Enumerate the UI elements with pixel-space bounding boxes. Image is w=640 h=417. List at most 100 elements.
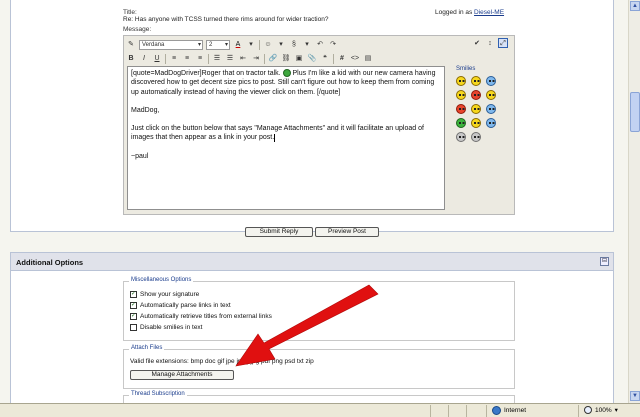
parse-links-option[interactable]: ✓ Automatically parse links in text [130,302,231,309]
editor-toolbar-row-2: B I U ≡ ≡ ≡ ☰ ☰ ⇤ ⇥ 🔗 ⛓ ▣ 📎 ❝ # <> ▤ [126,52,373,65]
green-smiley-icon [282,69,291,78]
toolbar-separator [259,39,260,50]
reply-panel: Title: Re: Has anyone with TCSS turned t… [10,0,614,237]
toolbar-separator [208,53,209,64]
cool-icon[interactable] [486,76,496,86]
wink-icon[interactable] [471,76,481,86]
toolbar-separator [264,53,265,64]
retrieve-titles-label: Automatically retrieve titles from exter… [140,313,272,320]
retrieve-titles-checkbox[interactable]: ✓ [130,313,137,320]
italic-button[interactable]: I [139,54,149,64]
indent-icon[interactable]: ⇥ [251,54,261,64]
show-signature-checkbox[interactable]: ✓ [130,291,137,298]
undo-icon[interactable]: ↶ [315,40,325,50]
zoom-magnifier-icon [584,406,592,414]
quote-icon[interactable]: ❝ [320,54,330,64]
text-color-icon[interactable]: A [233,40,243,50]
eek-icon[interactable] [486,104,496,114]
php-code-icon[interactable]: ▤ [363,54,373,64]
editor-toolbar-row-1: ✎ Verdana 2 A ▾ ☺ ▾ § ▾ ↶ ↷ [126,38,338,51]
outdent-icon[interactable]: ⇤ [238,54,248,64]
ordered-list-icon[interactable]: ☰ [212,54,222,64]
scrollbar-thumb[interactable] [630,92,640,132]
html-code-icon[interactable]: <> [350,54,360,64]
sleepy-icon[interactable] [486,118,496,128]
status-divider [448,405,449,417]
resize-icon[interactable]: ↕ [485,38,495,48]
disable-smilies-option[interactable]: Disable smilies in text [130,324,203,331]
rolleyes-icon[interactable] [471,118,481,128]
remove-link-icon[interactable]: ⛓ [281,54,291,64]
frown-icon[interactable] [456,90,466,100]
collapse-icon[interactable]: ⊟ [600,257,609,266]
valid-extensions-text: Valid file extensions: bmp doc gif jpe j… [130,358,314,365]
zoom-dropdown-icon[interactable]: ▾ [615,406,618,414]
internet-globe-icon [492,406,501,415]
retrieve-titles-option[interactable]: ✓ Automatically retrieve titles from ext… [130,313,272,320]
code-hash-icon[interactable]: # [337,54,347,64]
spellcheck-icon[interactable]: ✔ [472,38,482,48]
quote-text-start: [quote=MadDogDriver]Roger that on tracto… [131,70,281,77]
redface-icon[interactable] [456,104,466,114]
status-divider [486,405,487,417]
disable-smilies-checkbox[interactable] [130,324,137,331]
smilies-title: Smilies [456,66,476,72]
title-label: Title: [123,9,137,16]
attach-files-legend: Attach Files [129,345,165,351]
scroll-down-icon[interactable]: ▼ [630,391,640,401]
submit-reply-button[interactable]: Submit Reply [245,227,313,237]
align-center-icon[interactable]: ≡ [182,54,192,64]
status-divider [430,405,431,417]
username-link[interactable]: Diesel-ME [474,9,504,16]
smiley-menu-icon[interactable]: ☺ [263,40,273,50]
status-divider [578,405,579,417]
tongue-icon[interactable] [471,104,481,114]
scroll-up-icon[interactable]: ▲ [630,1,640,11]
attach-files-fieldset: Attach Files Valid file extensions: bmp … [123,345,515,389]
additional-options-panel: Additional Options ⊟ Miscellaneous Optio… [10,252,614,403]
insert-dropdown-icon[interactable]: ▾ [302,40,312,50]
redo-icon[interactable]: ↷ [328,40,338,50]
show-signature-option[interactable]: ✓ Show your signature [130,291,199,298]
manage-attachments-button[interactable]: Manage Attachments [130,370,234,380]
zoom-level: 100% [595,406,612,414]
mad-icon[interactable] [471,90,481,100]
font-size-select[interactable]: 2 [206,39,230,50]
misc-options-legend: Miscellaneous Options [129,277,194,283]
zoom-control[interactable]: 100% ▾ [584,406,618,414]
browser-status-bar: Internet 100% ▾ [0,403,640,417]
parse-links-label: Automatically parse links in text [140,302,231,309]
switch-mode-icon[interactable]: ⤢ [498,38,508,48]
insert-link-icon[interactable]: 🔗 [268,54,278,64]
unordered-list-icon[interactable]: ☰ [225,54,235,64]
message-textarea[interactable]: [quote=MadDogDriver]Roger that on tracto… [127,66,445,210]
additional-options-title: Additional Options [16,258,84,267]
align-left-icon[interactable]: ≡ [169,54,179,64]
thread-subscription-fieldset: Thread Subscription [123,391,515,403]
insert-menu-icon[interactable]: § [289,40,299,50]
attach-icon[interactable]: 📎 [307,54,317,64]
font-name-select[interactable]: Verdana [139,39,203,50]
preview-post-button[interactable]: Preview Post [315,227,379,237]
sunglasses-icon[interactable] [456,132,466,142]
bold-button[interactable]: B [126,54,136,64]
parse-links-checkbox[interactable]: ✓ [130,302,137,309]
logged-in-label: Logged in as [435,9,473,16]
security-zone: Internet [492,406,526,415]
alien-icon[interactable] [471,132,481,142]
disable-smilies-label: Disable smilies in text [140,324,203,331]
confused-icon[interactable] [486,90,496,100]
reply-body-text: Just click on the button below that says… [131,125,424,142]
message-label: Message: [123,26,152,33]
post-subject: Re: Has anyone with TCSS turned there ri… [123,16,329,23]
biggrin-icon[interactable] [456,118,466,128]
wysiwyg-icon[interactable]: ✎ [126,40,136,50]
smile-icon[interactable] [456,76,466,86]
align-right-icon[interactable]: ≡ [195,54,205,64]
thread-subscription-legend: Thread Subscription [129,391,187,397]
insert-image-icon[interactable]: ▣ [294,54,304,64]
smiley-dropdown-icon[interactable]: ▾ [276,40,286,50]
color-dropdown-icon[interactable]: ▾ [246,40,256,50]
underline-button[interactable]: U [152,54,162,64]
vertical-scrollbar[interactable]: ▲ ▼ [628,0,640,403]
